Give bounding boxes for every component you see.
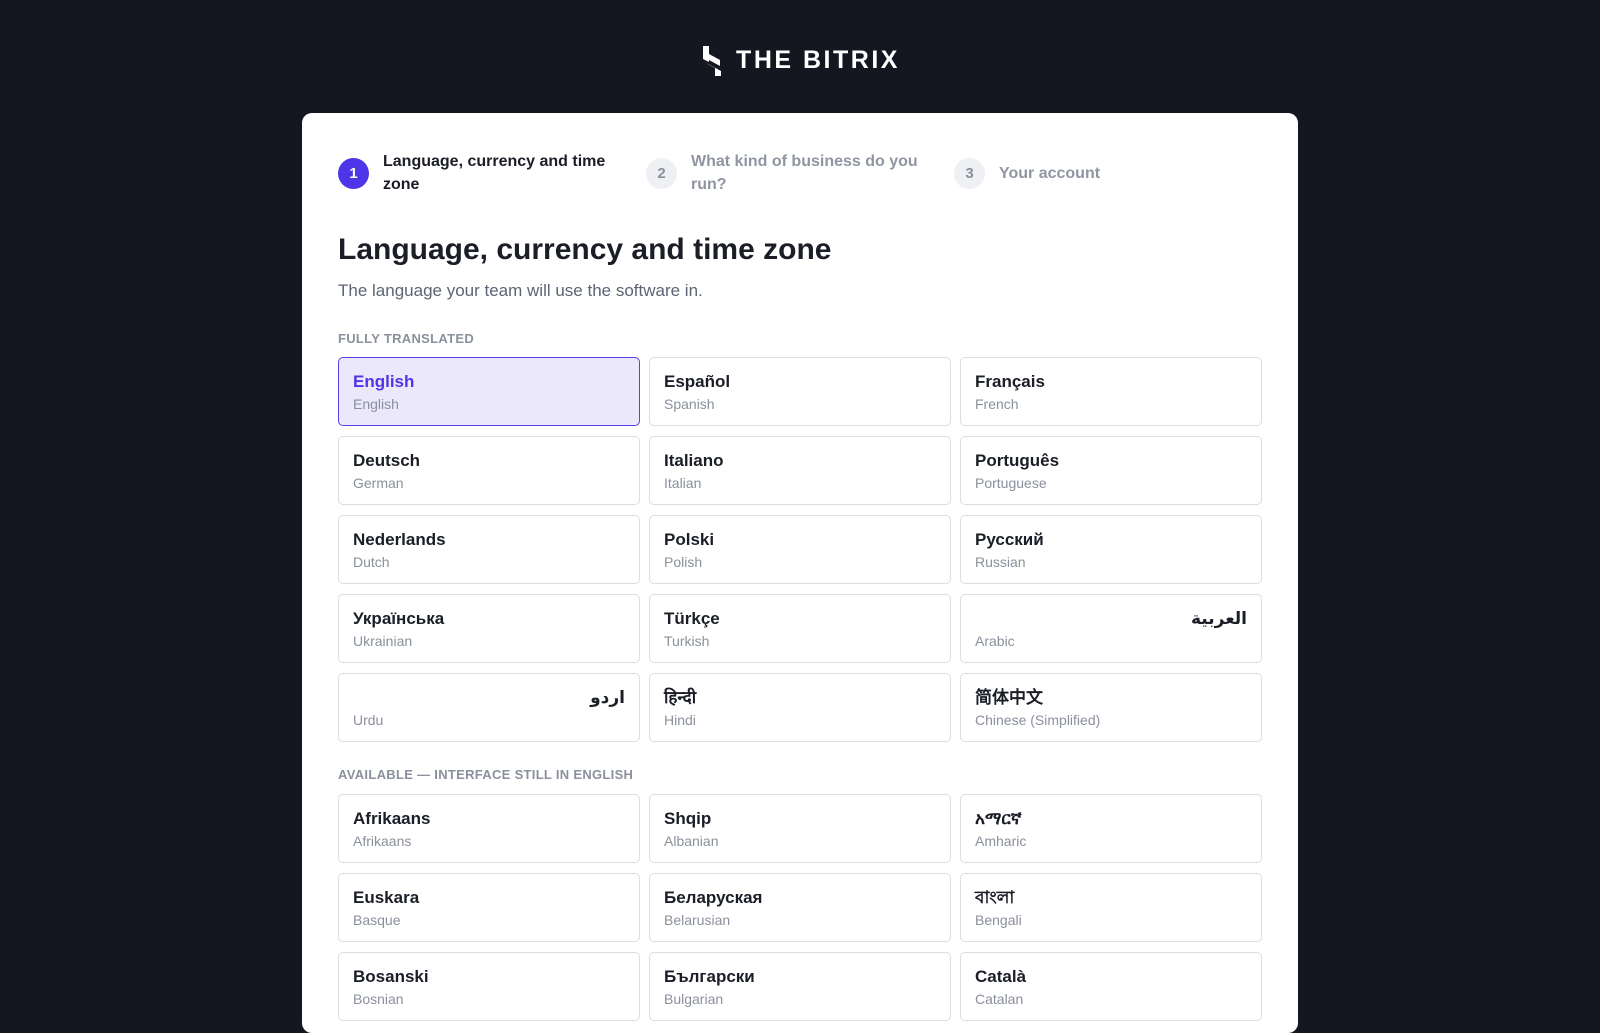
language-english-name: Afrikaans [353, 833, 412, 849]
language-english-name: Polish [664, 554, 703, 570]
step-number: 1 [338, 157, 369, 189]
step-2[interactable]: 2 What kind of business do you run? [646, 150, 954, 196]
language-option[interactable]: Català Catalan [960, 952, 1262, 1021]
language-english-name: Belarusian [664, 912, 731, 928]
language-option[interactable]: English English [338, 357, 640, 426]
language-native-name: Euskara [353, 888, 420, 907]
language-native-name: Português [975, 451, 1060, 470]
language-option[interactable]: Afrikaans Afrikaans [338, 794, 640, 863]
language-english-name: Chinese (Simplified) [975, 712, 1101, 728]
language-english-name: Dutch [353, 554, 390, 570]
language-option[interactable]: Euskara Basque [338, 873, 640, 942]
language-option[interactable]: Português Portuguese [960, 436, 1262, 505]
language-native-name: Français [975, 372, 1045, 391]
brand-name: THE BITRIX [736, 46, 900, 74]
onboarding-card: 1 Language, currency and time zone 2 Wha… [302, 113, 1298, 1033]
language-native-name: Italiano [664, 451, 724, 470]
language-english-name: English [353, 396, 399, 412]
step-label: Language, currency and time zone [383, 153, 606, 193]
language-english-name: Bulgarian [664, 991, 724, 1007]
section-label-available: AVAILABLE — INTERFACE STILL IN ENGLISH [338, 767, 634, 782]
step-1[interactable]: 1 Language, currency and time zone [338, 150, 646, 196]
language-option[interactable]: Deutsch German [338, 436, 640, 505]
language-english-name: Ukrainian [353, 633, 413, 649]
language-native-name: Polski [664, 530, 715, 549]
language-native-name: Bosanski [353, 967, 429, 986]
language-option[interactable]: Українська Ukrainian [338, 594, 640, 663]
app-header: THE BITRIX [0, 0, 1600, 113]
language-english-name: Basque [353, 912, 401, 928]
language-native-name: Shqip [664, 809, 712, 828]
language-option[interactable]: বাংলা Bengali [960, 873, 1262, 942]
step-3[interactable]: 3 Your account [954, 157, 1262, 189]
language-native-name: Українська [353, 609, 445, 628]
language-native-name: አማርኛ [975, 809, 1022, 828]
language-option[interactable]: Shqip Albanian [649, 794, 951, 863]
language-native-name: हिन्दी [664, 688, 697, 707]
step-number: 3 [954, 157, 985, 189]
language-native-name: Русский [975, 530, 1044, 549]
section-label-fully-translated: FULLY TRANSLATED [338, 331, 475, 346]
language-native-name: Беларуская [664, 888, 763, 907]
language-option[interactable]: Български Bulgarian [649, 952, 951, 1021]
language-english-name: French [975, 396, 1019, 412]
language-english-name: Bosnian [353, 991, 404, 1007]
language-grid-available: Afrikaans Afrikaans Shqip Albanian አማርኛ Amhar… [338, 794, 1262, 1021]
language-option[interactable]: العربية Arabic [960, 594, 1262, 663]
language-option[interactable]: Nederlands Dutch [338, 515, 640, 584]
language-native-name: Català [975, 967, 1027, 986]
language-option[interactable]: Русский Russian [960, 515, 1262, 584]
language-english-name: Catalan [975, 991, 1024, 1007]
language-english-name: Albanian [664, 833, 719, 849]
language-option[interactable]: አማርኛ Amharic [960, 794, 1262, 863]
language-english-name: Urdu [353, 712, 384, 728]
language-english-name: Amharic [975, 833, 1027, 849]
page-title: Language, currency and time zone [338, 233, 832, 266]
language-grid-fully-translated: English English Español Spanish Français Fren… [338, 357, 1262, 742]
page-subtitle: The language your team will use the soft… [338, 281, 703, 300]
step-label: What kind of business do you run? [691, 153, 918, 193]
language-english-name: Russian [975, 554, 1026, 570]
language-option[interactable]: Español Spanish [649, 357, 951, 426]
language-option[interactable]: 简体中文 Chinese (Simplified) [960, 673, 1262, 742]
language-native-name: Español [664, 372, 731, 391]
step-label: Your account [999, 164, 1101, 182]
language-native-name: Български [664, 967, 755, 986]
language-english-name: Spanish [664, 396, 715, 412]
language-option[interactable]: اردو Urdu [338, 673, 640, 742]
language-english-name: Arabic [975, 633, 1015, 649]
language-option[interactable]: Беларуская Belarusian [649, 873, 951, 942]
language-native-name: اردو [590, 688, 625, 707]
language-option[interactable]: हिन्दी Hindi [649, 673, 951, 742]
language-native-name: Deutsch [353, 451, 421, 470]
step-number: 2 [646, 157, 677, 189]
language-english-name: Italian [664, 475, 702, 491]
language-native-name: Nederlands [353, 530, 446, 549]
language-english-name: Turkish [664, 633, 710, 649]
language-english-name: Portuguese [975, 475, 1047, 491]
language-native-name: English [353, 372, 415, 391]
language-option[interactable]: Français French [960, 357, 1262, 426]
stepper: 1 Language, currency and time zone 2 Wha… [338, 149, 1262, 197]
language-english-name: Bengali [975, 912, 1022, 928]
language-native-name: Türkçe [664, 609, 720, 628]
language-option[interactable]: Italiano Italian [649, 436, 951, 505]
language-option[interactable]: Türkçe Turkish [649, 594, 951, 663]
language-english-name: German [353, 475, 404, 491]
language-native-name: 简体中文 [975, 688, 1043, 707]
language-native-name: বাংলা [975, 888, 1015, 907]
language-option[interactable]: Polski Polish [649, 515, 951, 584]
language-option[interactable]: Bosanski Bosnian [338, 952, 640, 1021]
language-native-name: العربية [1190, 609, 1247, 628]
language-native-name: Afrikaans [353, 809, 431, 828]
bitrix-logo-icon [703, 45, 722, 76]
language-english-name: Hindi [664, 712, 696, 728]
